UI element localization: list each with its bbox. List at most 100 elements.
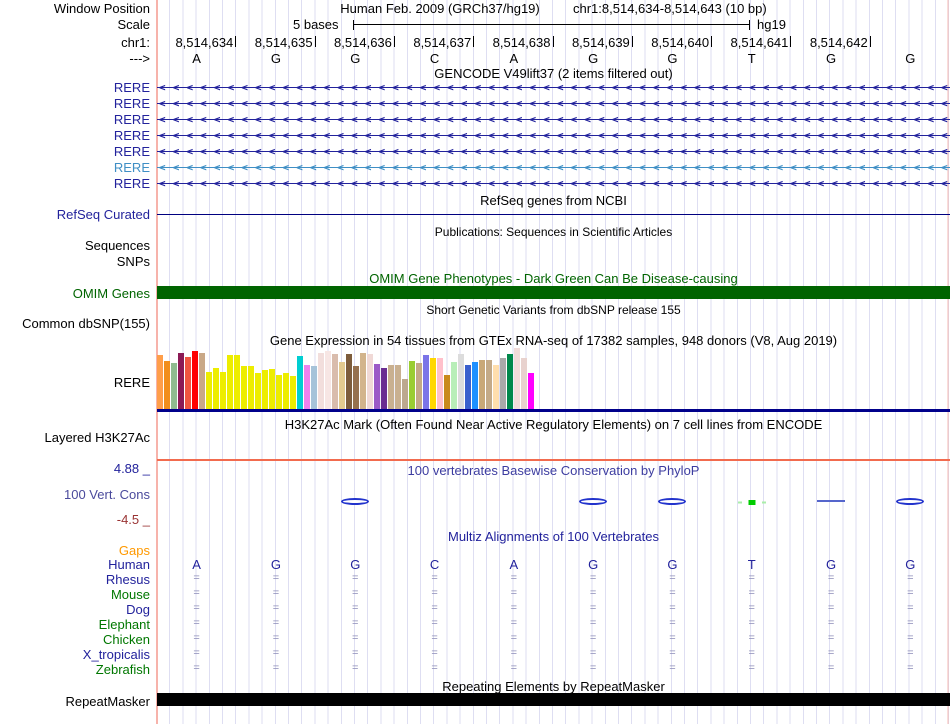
alignment-match-mark[interactable]: = <box>828 647 834 659</box>
alignment-match-mark[interactable]: = <box>907 572 913 584</box>
gtex-tissue-bar[interactable] <box>521 358 527 410</box>
alignment-match-mark[interactable]: = <box>511 647 517 659</box>
gtex-tissue-bar[interactable] <box>458 354 464 410</box>
gtex-tissue-bar[interactable] <box>507 354 513 410</box>
gtex-tissue-bar[interactable] <box>199 353 205 410</box>
conservation-mark-lens[interactable] <box>341 498 369 505</box>
alignment-match-mark[interactable]: = <box>590 632 596 644</box>
gtex-tissue-bar[interactable] <box>283 373 289 410</box>
gtex-tissue-bar[interactable] <box>486 360 492 410</box>
alignment-match-mark[interactable]: = <box>907 602 913 614</box>
alignment-match-mark[interactable]: = <box>590 647 596 659</box>
alignment-match-mark[interactable]: = <box>590 587 596 599</box>
alignment-match-mark[interactable]: = <box>669 587 675 599</box>
dbsnp-track-title[interactable]: Short Genetic Variants from dbSNP releas… <box>157 302 950 317</box>
alignment-match-mark[interactable]: = <box>828 572 834 584</box>
alignment-match-mark[interactable]: = <box>511 617 517 629</box>
alignment-match-mark[interactable]: = <box>273 662 279 674</box>
gtex-tissue-bar[interactable] <box>430 358 436 410</box>
gene-intron-line[interactable]: <<<<<<<<<<<<<<<<<<<<<<<<<<<<<<<<<<<<<<<<… <box>157 128 950 143</box>
alignment-match-mark[interactable]: = <box>749 662 755 674</box>
alignment-match-mark[interactable]: = <box>431 572 437 584</box>
gene-intron-line[interactable]: <<<<<<<<<<<<<<<<<<<<<<<<<<<<<<<<<<<<<<<<… <box>157 144 950 159</box>
alignment-match-mark[interactable]: = <box>431 587 437 599</box>
alignment-match-mark[interactable]: = <box>828 587 834 599</box>
multiz-track-title[interactable]: Multiz Alignments of 100 Vertebrates <box>157 529 950 544</box>
alignment-match-mark[interactable]: = <box>193 647 199 659</box>
conservation-mark-lens[interactable] <box>579 498 607 505</box>
gtex-tissue-bar[interactable] <box>472 362 478 410</box>
alignment-match-mark[interactable]: = <box>273 572 279 584</box>
alignment-match-mark[interactable]: = <box>273 602 279 614</box>
gtex-tissue-bar[interactable] <box>304 365 310 410</box>
alignment-match-mark[interactable]: = <box>669 617 675 629</box>
gtex-tissue-bar[interactable] <box>416 363 422 410</box>
alignment-match-mark[interactable]: = <box>193 617 199 629</box>
gtex-track-title[interactable]: Gene Expression in 54 tissues from GTEx … <box>157 333 950 348</box>
gtex-tissue-bar[interactable] <box>339 362 345 410</box>
gtex-tissue-bar[interactable] <box>437 358 443 410</box>
gtex-tissue-bar[interactable] <box>381 368 387 410</box>
alignment-match-mark[interactable]: = <box>511 587 517 599</box>
alignment-match-mark[interactable]: = <box>431 602 437 614</box>
alignment-match-mark[interactable]: = <box>352 617 358 629</box>
alignment-match-mark[interactable]: = <box>749 647 755 659</box>
conservation-mark-lens[interactable] <box>896 498 924 505</box>
alignment-match-mark[interactable]: = <box>511 632 517 644</box>
alignment-match-mark[interactable]: = <box>352 572 358 584</box>
conservation-mark-lens[interactable] <box>658 498 686 505</box>
gtex-tissue-bar[interactable] <box>157 355 163 410</box>
gtex-tissue-bar[interactable] <box>164 361 170 410</box>
gtex-tissue-bar[interactable] <box>241 366 247 410</box>
alignment-match-mark[interactable]: = <box>352 587 358 599</box>
gtex-tissue-bar[interactable] <box>479 360 485 410</box>
alignment-match-mark[interactable]: = <box>828 602 834 614</box>
alignment-match-mark[interactable]: = <box>590 572 596 584</box>
gtex-tissue-bar[interactable] <box>185 357 191 410</box>
repeatmasker-bar[interactable] <box>157 693 950 706</box>
alignment-match-mark[interactable]: = <box>431 632 437 644</box>
gtex-tissue-bar[interactable] <box>528 373 534 410</box>
gtex-tissue-bar[interactable] <box>332 354 338 410</box>
gene-intron-line[interactable]: <<<<<<<<<<<<<<<<<<<<<<<<<<<<<<<<<<<<<<<<… <box>157 80 950 95</box>
alignment-match-mark[interactable]: = <box>907 647 913 659</box>
gtex-tissue-bar[interactable] <box>192 351 198 410</box>
gtex-tissue-bar[interactable] <box>346 354 352 410</box>
alignment-match-mark[interactable]: = <box>749 617 755 629</box>
gtex-tissue-bar[interactable] <box>248 366 254 410</box>
alignment-match-mark[interactable]: = <box>749 572 755 584</box>
alignment-match-mark[interactable]: = <box>828 662 834 674</box>
gtex-tissue-bar[interactable] <box>276 375 282 410</box>
alignment-match-mark[interactable]: = <box>431 617 437 629</box>
alignment-match-mark[interactable]: = <box>193 662 199 674</box>
base-position-ruler[interactable]: 8,514,6348,514,6358,514,6368,514,6378,51… <box>157 35 950 49</box>
gtex-tissue-bar[interactable] <box>388 365 394 410</box>
gtex-tissue-bar[interactable] <box>402 379 408 410</box>
omim-gene-bar[interactable] <box>157 286 950 299</box>
alignment-match-mark[interactable]: = <box>590 662 596 674</box>
alignment-match-mark[interactable]: = <box>749 632 755 644</box>
gene-intron-line[interactable]: <<<<<<<<<<<<<<<<<<<<<<<<<<<<<<<<<<<<<<<<… <box>157 112 950 127</box>
gene-intron-line[interactable]: <<<<<<<<<<<<<<<<<<<<<<<<<<<<<<<<<<<<<<<<… <box>157 176 950 191</box>
refseq-track-title[interactable]: RefSeq genes from NCBI <box>157 193 950 208</box>
alignment-match-mark[interactable]: = <box>590 617 596 629</box>
alignment-match-mark[interactable]: = <box>511 662 517 674</box>
alignment-match-mark[interactable]: = <box>907 617 913 629</box>
gtex-tissue-bar[interactable] <box>500 358 506 410</box>
alignment-match-mark[interactable]: = <box>669 632 675 644</box>
alignment-match-mark[interactable]: = <box>193 602 199 614</box>
alignment-match-mark[interactable]: = <box>193 632 199 644</box>
gtex-tissue-bar[interactable] <box>213 368 219 410</box>
gtex-tissue-bar[interactable] <box>514 348 520 410</box>
gtex-tissue-bar[interactable] <box>290 376 296 410</box>
gtex-tissue-bar[interactable] <box>227 355 233 410</box>
gene-intron-line[interactable]: <<<<<<<<<<<<<<<<<<<<<<<<<<<<<<<<<<<<<<<<… <box>157 96 950 111</box>
repeatmasker-track-title[interactable]: Repeating Elements by RepeatMasker <box>157 679 950 694</box>
alignment-match-mark[interactable]: = <box>511 572 517 584</box>
alignment-match-mark[interactable]: = <box>590 602 596 614</box>
gtex-tissue-bar[interactable] <box>353 366 359 410</box>
gtex-tissue-bar[interactable] <box>493 365 499 410</box>
gtex-expression-barchart[interactable] <box>157 348 537 410</box>
gtex-tissue-bar[interactable] <box>409 361 415 410</box>
gtex-tissue-bar[interactable] <box>171 363 177 410</box>
